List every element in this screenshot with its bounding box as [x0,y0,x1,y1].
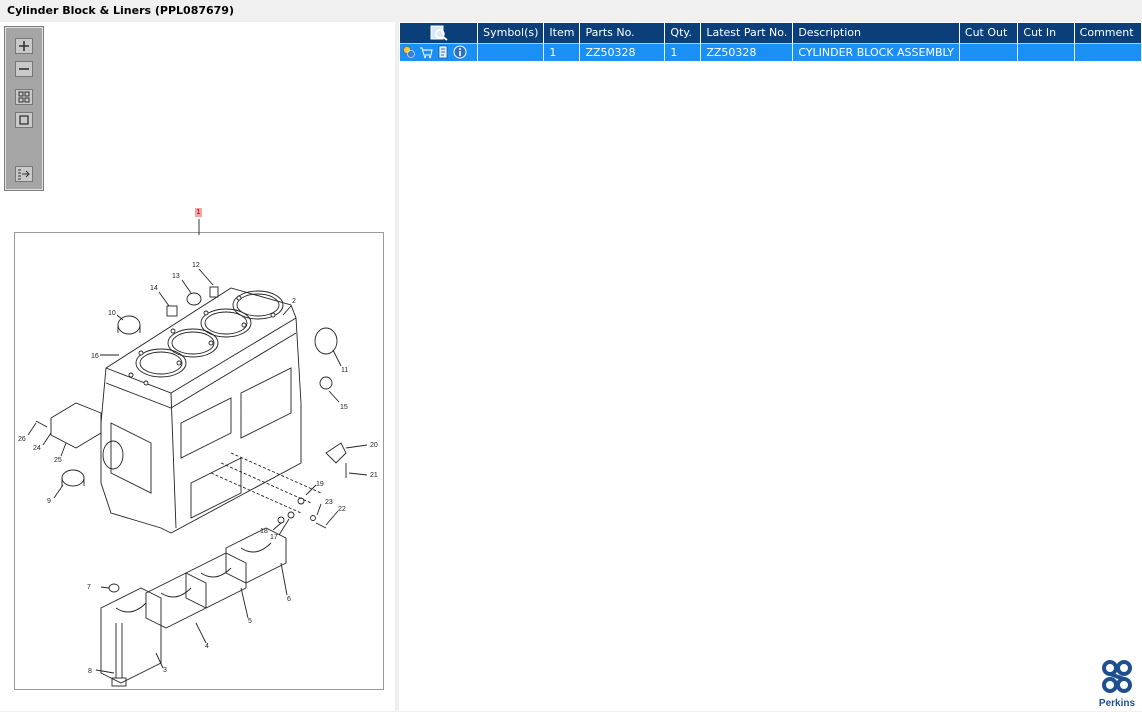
perkins-logo: Perkins [1098,659,1136,709]
callout-label[interactable]: 23 [325,499,333,506]
callout-label[interactable]: 17 [270,534,278,541]
callout-label[interactable]: 13 [172,273,180,280]
callout-label[interactable]: 7 [87,584,91,591]
diagram-panel: 1 12 13 14 2 10 16 11 15 26 24 25 20 21 … [0,22,395,711]
brand-name: Perkins [1098,698,1136,709]
column-header-cut-in[interactable]: Cut In [1017,23,1075,43]
window-title: Cylinder Block & Liners (PPL087679) [0,0,1142,22]
column-header-description[interactable]: Description [792,23,960,43]
search-list-icon [430,25,448,41]
cylinder-block-drawing: 12 13 14 2 10 16 11 15 26 24 25 20 21 9 … [18,219,378,687]
callout-label[interactable]: 14 [150,285,158,292]
cell-comment [1074,42,1142,61]
column-header-cut-out[interactable]: Cut Out [959,23,1019,43]
table-row[interactable]: 1 ZZ50328 1 ZZ50328 CYLINDER BLOCK ASSEM… [400,42,1142,61]
cell-cut-out [959,42,1019,61]
row-icons-cell [400,42,479,61]
callout-label[interactable]: 15 [340,404,348,411]
callout-label[interactable]: 6 [287,596,291,603]
cart-icon[interactable] [419,45,433,59]
column-header-symbols[interactable]: Symbol(s) [477,23,545,43]
exploded-parts-diagram[interactable]: 12 13 14 2 10 16 11 15 26 24 25 20 21 9 … [14,219,384,690]
cell-cut-in [1017,42,1075,61]
callout-label[interactable]: 2 [292,298,296,305]
cell-latest-part-no: ZZ50328 [700,42,794,61]
perkins-logo-icon [1102,660,1132,693]
column-header-icons[interactable] [400,23,479,43]
column-header-qty[interactable]: Qty. [664,23,702,43]
callout-label[interactable]: 3 [163,667,167,674]
document-icon[interactable] [436,45,450,59]
callout-label[interactable]: 5 [248,618,252,625]
callout-label[interactable]: 16 [91,353,99,360]
callout-label[interactable]: 11 [341,367,348,374]
column-header-latest-part-no[interactable]: Latest Part No. [700,23,794,43]
info-icon[interactable] [453,45,467,59]
callout-label[interactable]: 22 [338,506,346,513]
callout-label[interactable]: 8 [88,668,92,675]
parts-table: Symbol(s) Item Parts No. Qty. Latest Par… [400,23,1142,61]
callout-label[interactable]: 21 [370,472,378,479]
table-header-row: Symbol(s) Item Parts No. Qty. Latest Par… [400,23,1142,43]
callout-label[interactable]: 25 [54,457,62,464]
column-header-parts-no[interactable]: Parts No. [579,23,666,43]
status-icon[interactable] [402,45,416,59]
column-header-comment[interactable]: Comment [1074,23,1142,43]
callout-label[interactable]: 24 [33,445,41,452]
parts-list-panel: Symbol(s) Item Parts No. Qty. Latest Par… [399,22,1142,711]
callout-label[interactable]: 12 [192,262,200,269]
cell-symbols [477,42,545,61]
callout-label[interactable]: 19 [316,481,324,488]
cell-item: 1 [543,42,581,61]
callout-label[interactable]: 10 [108,310,116,317]
callout-label[interactable]: 20 [370,442,378,449]
callout-label[interactable]: 9 [47,498,51,505]
cell-description: CYLINDER BLOCK ASSEMBLY [792,42,960,61]
column-header-item[interactable]: Item [543,23,581,43]
cell-qty: 1 [664,42,702,61]
callout-label[interactable]: 18 [260,528,268,535]
cell-parts-no: ZZ50328 [579,42,666,61]
callout-label[interactable]: 4 [205,643,209,650]
callout-label[interactable]: 26 [18,436,26,443]
